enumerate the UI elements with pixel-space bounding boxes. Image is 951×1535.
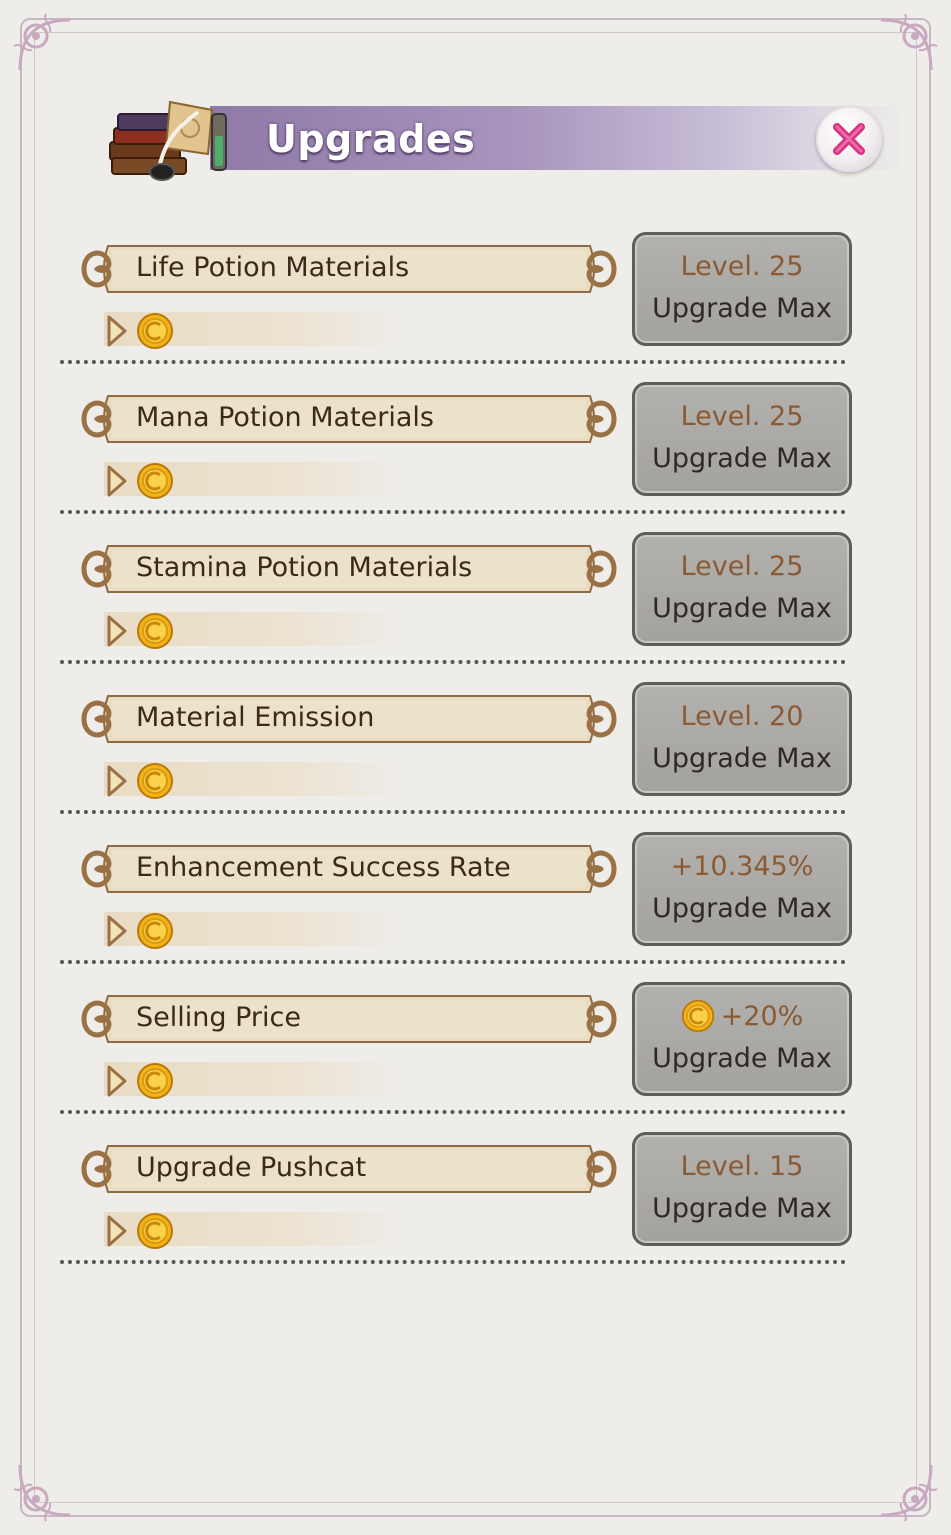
upgrade-row: Life Potion Materials Level. 25 Upgrade …	[60, 232, 852, 388]
upgrade-banner: Selling Price	[78, 988, 620, 1050]
upgrade-max-label: Upgrade Max	[652, 893, 832, 924]
gold-coin-icon	[137, 313, 173, 349]
upgrade-name: Upgrade Pushcat	[136, 1152, 367, 1183]
close-button[interactable]	[816, 106, 882, 172]
page-title: Upgrades	[266, 117, 476, 161]
upgrade-level: Level. 25	[680, 551, 804, 582]
corner-ornament-icon	[13, 1464, 71, 1522]
arrow-right-icon	[107, 315, 127, 347]
upgrade-status-button[interactable]: Level. 25 Upgrade Max	[632, 232, 852, 346]
upgrade-row: Upgrade Pushcat Level. 15 Upgrade Max	[60, 1132, 852, 1288]
arrow-right-icon	[107, 1065, 127, 1097]
upgrade-name: Selling Price	[136, 1002, 301, 1033]
arrow-right-icon	[107, 465, 127, 497]
upgrade-status-button[interactable]: Level. 25 Upgrade Max	[632, 382, 852, 496]
upgrade-banner: Life Potion Materials	[78, 238, 620, 300]
arrow-right-icon	[107, 1215, 127, 1247]
upgrade-level: Level. 25	[680, 251, 804, 282]
dialog-header: Upgrades	[100, 92, 900, 186]
upgrade-status-button[interactable]: Level. 20 Upgrade Max	[632, 682, 852, 796]
arrow-right-icon	[107, 615, 127, 647]
gold-coin-icon	[137, 913, 173, 949]
upgrade-name: Mana Potion Materials	[136, 402, 434, 433]
row-divider	[60, 510, 846, 514]
upgrade-bonus: +20%	[720, 1001, 804, 1032]
arrow-right-icon	[107, 765, 127, 797]
upgrade-level: Level. 25	[680, 401, 804, 432]
upgrade-level: Level. 20	[680, 701, 804, 732]
upgrade-name: Stamina Potion Materials	[136, 552, 473, 583]
upgrade-level: +20%	[635, 999, 849, 1035]
upgrade-banner: Upgrade Pushcat	[78, 1138, 620, 1200]
upgrade-max-label: Upgrade Max	[652, 443, 832, 474]
upgrade-row: Material Emission Level. 20 Upgrade Max	[60, 682, 852, 838]
upgrade-level: Level. 15	[680, 1151, 804, 1182]
upgrade-banner: Mana Potion Materials	[78, 388, 620, 450]
upgrade-max-label: Upgrade Max	[652, 593, 832, 624]
upgrade-max-label: Upgrade Max	[652, 743, 832, 774]
gold-coin-icon	[137, 1213, 173, 1249]
gold-coin-icon	[681, 999, 714, 1032]
gold-coin-icon	[137, 1063, 173, 1099]
upgrade-status-button[interactable]: Level. 25 Upgrade Max	[632, 532, 852, 646]
row-divider	[60, 810, 846, 814]
upgrades-dialog: Upgrades Life Potion Materials Level. 25…	[0, 0, 951, 1535]
row-divider	[60, 1110, 846, 1114]
upgrade-row: Stamina Potion Materials Level. 25 Upgra…	[60, 532, 852, 688]
upgrade-row: Mana Potion Materials Level. 25 Upgrade …	[60, 382, 852, 538]
upgrade-status-button[interactable]: +20% Upgrade Max	[632, 982, 852, 1096]
upgrade-row: Enhancement Success Rate +10.345% Upgrad…	[60, 832, 852, 988]
upgrade-name: Life Potion Materials	[136, 252, 410, 283]
upgrade-banner: Material Emission	[78, 688, 620, 750]
upgrade-level: +10.345%	[670, 851, 814, 882]
upgrade-max-label: Upgrade Max	[652, 1043, 832, 1074]
upgrade-name: Enhancement Success Rate	[136, 852, 511, 883]
row-divider	[60, 360, 846, 364]
upgrade-row: Selling Price +20% Upgrade Max	[60, 982, 852, 1138]
upgrade-max-label: Upgrade Max	[652, 1193, 832, 1224]
upgrade-status-button[interactable]: +10.345% Upgrade Max	[632, 832, 852, 946]
gold-coin-icon	[137, 763, 173, 799]
corner-ornament-icon	[880, 1464, 938, 1522]
arrow-right-icon	[107, 915, 127, 947]
gold-coin-icon	[137, 613, 173, 649]
row-divider	[60, 960, 846, 964]
corner-ornament-icon	[880, 13, 938, 71]
close-icon	[833, 123, 865, 155]
upgrade-name: Material Emission	[136, 702, 375, 733]
upgrade-status-button[interactable]: Level. 15 Upgrade Max	[632, 1132, 852, 1246]
upgrade-max-label: Upgrade Max	[652, 293, 832, 324]
corner-ornament-icon	[13, 13, 71, 71]
books-scroll-icon	[109, 100, 227, 181]
gold-coin-icon	[137, 463, 173, 499]
upgrade-banner: Stamina Potion Materials	[78, 538, 620, 600]
upgrade-banner: Enhancement Success Rate	[78, 838, 620, 900]
row-divider	[60, 1260, 846, 1264]
row-divider	[60, 660, 846, 664]
